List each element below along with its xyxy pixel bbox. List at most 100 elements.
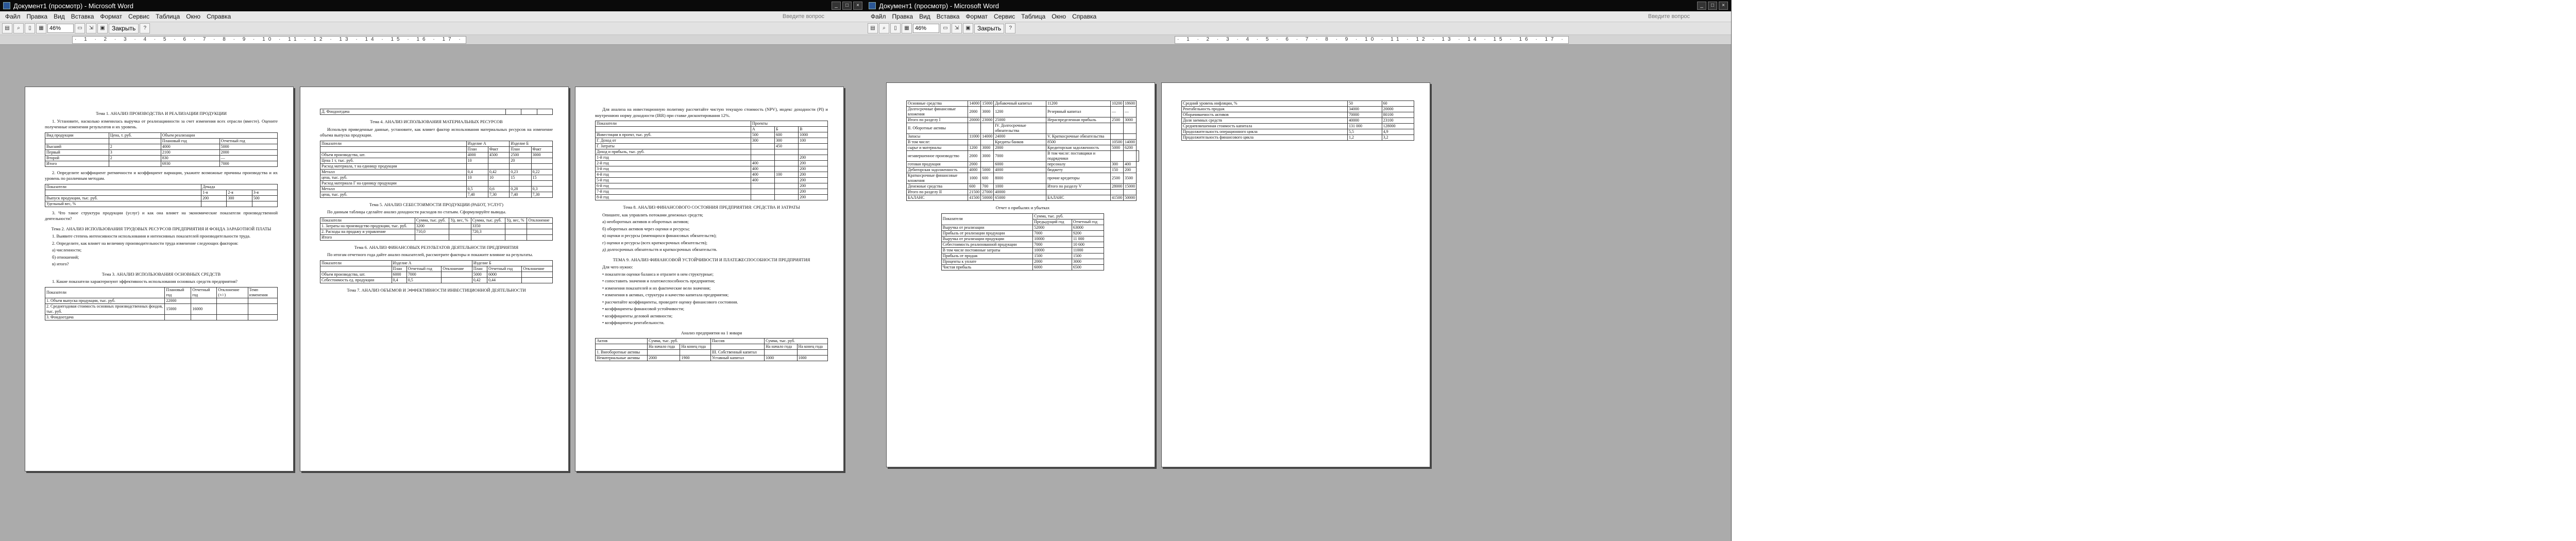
table-cell: Металл xyxy=(320,185,467,192)
table-materials: Показатели Изделие А Изделие Б План Факт Пла… xyxy=(320,140,553,198)
menu-tools[interactable]: Сервис xyxy=(125,13,152,20)
table-cell: 3. Фондоотдача xyxy=(44,314,165,320)
magnifier-icon[interactable]: ⌕ xyxy=(13,23,24,33)
table-cell: 7,40 xyxy=(509,191,532,198)
help-icon[interactable]: ? xyxy=(1005,23,1016,33)
table-row: Продолжительность финансового цикла 1,2 3,… xyxy=(1181,134,1415,141)
help-search-input[interactable]: Введите вопрос xyxy=(1648,13,1690,20)
full-screen-icon[interactable]: ▣ xyxy=(97,23,108,33)
table-cell: Кредиты банков xyxy=(993,139,1046,145)
table-cell: 5-й год xyxy=(595,177,751,183)
menu-edit[interactable]: Правка xyxy=(889,13,917,20)
ruler-toggle-icon[interactable]: ▭ xyxy=(940,23,951,33)
topic-8-heading: Тема 8. АНАЛИЗ ФИНАНСОВОГО СОСТОЯНИЯ ПРЕ… xyxy=(623,205,800,210)
close-icon[interactable]: × xyxy=(853,2,862,10)
menu-file[interactable]: Файл xyxy=(2,13,24,20)
table-cell: 2100 xyxy=(160,149,220,156)
table-cell xyxy=(710,344,765,350)
help-search-input[interactable]: Введите вопрос xyxy=(783,13,824,20)
close-preview-button[interactable]: Закрыть xyxy=(974,23,1005,33)
shrink-to-fit-icon[interactable]: ⇲ xyxy=(86,23,96,33)
list-item: • сопоставить значения и платежеспособно… xyxy=(602,278,715,283)
menu-file[interactable]: Файл xyxy=(868,13,889,20)
document-page-2[interactable]: Д. Фондоотдача Тема 4. АНАЛИЗ ИСПОЛЬЗОВА… xyxy=(300,87,569,471)
table-row: Г. Доход от 300 300 100 xyxy=(595,138,828,144)
table-row: 7-й год 200 xyxy=(595,189,828,195)
zoom-select[interactable]: 46% xyxy=(913,24,939,33)
multiple-pages-icon[interactable]: ▦ xyxy=(36,23,46,33)
table-cell: 40000 xyxy=(993,189,1046,195)
table-cell: 7000 xyxy=(1032,230,1072,236)
maximize-icon[interactable]: □ xyxy=(1708,2,1717,10)
table-cell: 600 xyxy=(980,173,994,184)
menu-help[interactable]: Справка xyxy=(204,13,234,20)
help-icon[interactable]: ? xyxy=(140,23,150,33)
table-cell xyxy=(980,161,994,167)
table-row: На начало года На конец года На начало год… xyxy=(595,344,828,350)
menu-view[interactable]: Вид xyxy=(916,13,934,20)
menu-format[interactable]: Формат xyxy=(97,13,125,20)
table-cell: 5000 xyxy=(980,167,994,173)
document-page-3[interactable]: Для анализа на инвестиционную политику р… xyxy=(575,87,844,471)
one-page-icon[interactable]: ▯ xyxy=(890,23,901,33)
table-row: Основные средства 14000 15000 Добавочный ка… xyxy=(906,100,1139,107)
print-icon[interactable]: ▤ xyxy=(2,23,12,33)
zoom-select[interactable]: 46% xyxy=(47,24,74,33)
table-row: Показатели Проекты xyxy=(595,121,828,127)
close-icon[interactable]: × xyxy=(1719,2,1728,10)
table-cell: 15 xyxy=(509,174,532,181)
table-cell xyxy=(320,265,392,272)
document-page-1[interactable]: Тема 1. АНАЛИЗ ПРОИЗВОДСТВА И РЕАЛИЗАЦИИ… xyxy=(25,87,294,471)
title-bar[interactable]: Документ1 (просмотр) - Microsoft Word _ … xyxy=(866,0,1731,11)
shrink-to-fit-icon[interactable]: ⇲ xyxy=(952,23,962,33)
menu-format[interactable]: Формат xyxy=(962,13,991,20)
one-page-icon[interactable]: ▯ xyxy=(25,23,35,33)
document-page-4[interactable]: Основные средства 14000 15000 Добавочный ка… xyxy=(886,82,1155,467)
menu-insert[interactable]: Вставка xyxy=(934,13,963,20)
close-preview-button[interactable]: Закрыть xyxy=(109,23,139,33)
table-row: Металл 0,5 0,6 0,28 0,3 xyxy=(320,185,553,192)
menu-window[interactable]: Окно xyxy=(1048,13,1069,20)
menu-edit[interactable]: Правка xyxy=(24,13,51,20)
magnifier-icon[interactable]: ⌕ xyxy=(879,23,889,33)
menu-window[interactable]: Окно xyxy=(183,13,204,20)
table-row: Цена 1 т, тыс. руб. 10 20 xyxy=(320,157,553,164)
maximize-icon[interactable]: □ xyxy=(842,2,852,10)
table-cell: Доля заемных средств xyxy=(1181,117,1348,124)
table-cell: 10 xyxy=(466,157,488,164)
table-row: Объем производства, шт. 6000 7000 5000 6000 xyxy=(320,271,553,278)
table-cell: 200 xyxy=(1123,167,1137,173)
minimize-icon[interactable]: _ xyxy=(832,2,841,10)
menu-help[interactable]: Справка xyxy=(1069,13,1099,20)
table-cell: Отклонение xyxy=(441,265,472,272)
table-cell: Выручка от реализации продукции xyxy=(941,235,1033,242)
horizontal-ruler[interactable]: · 1 · 2 · 3 · 4 · 5 · 6 · 7 · 8 · 9 · 10… xyxy=(866,35,1731,45)
print-icon[interactable]: ▤ xyxy=(868,23,878,33)
ruler-toggle-icon[interactable]: ▭ xyxy=(75,23,85,33)
menu-insert[interactable]: Вставка xyxy=(68,13,97,20)
minimize-icon[interactable]: _ xyxy=(1697,2,1706,10)
title-bar[interactable]: Документ1 (просмотр) - Microsoft Word _ … xyxy=(0,0,866,11)
table-cell xyxy=(1123,150,1137,162)
table-cell: 3500 xyxy=(1123,173,1137,184)
horizontal-ruler[interactable]: · 1 · 2 · 3 · 4 · 5 · 6 · 7 · 8 · 9 · 10… xyxy=(0,35,866,45)
table-cell xyxy=(531,157,553,164)
table-row: Актив Сумма, тыс. руб. Пассив Сумма, тыс. р… xyxy=(595,338,828,344)
table-cell: 6200 xyxy=(1123,145,1137,151)
multiple-pages-icon[interactable]: ▦ xyxy=(902,23,912,33)
table-cell: персоналу xyxy=(1045,161,1111,167)
menu-tools[interactable]: Сервис xyxy=(991,13,1018,20)
menu-table[interactable]: Таблица xyxy=(152,13,183,20)
menu-view[interactable]: Вид xyxy=(50,13,68,20)
table-cell: Первый xyxy=(45,149,109,156)
table-cell xyxy=(774,177,799,183)
table-cell: 200 xyxy=(201,195,227,201)
full-screen-icon[interactable]: ▣ xyxy=(963,23,973,33)
table-cell: Второй xyxy=(45,155,109,161)
menu-table[interactable]: Таблица xyxy=(1018,13,1048,20)
document-page-5[interactable]: Средний уровень инфляции, % 50 60 Рентабель… xyxy=(1161,82,1430,467)
table-cell xyxy=(527,223,553,229)
table-cell: Удельный вес, % xyxy=(44,200,202,207)
table-cell xyxy=(774,166,799,172)
list-item: в) оценки и ресурсы (имеющихся финансовы… xyxy=(602,233,717,238)
